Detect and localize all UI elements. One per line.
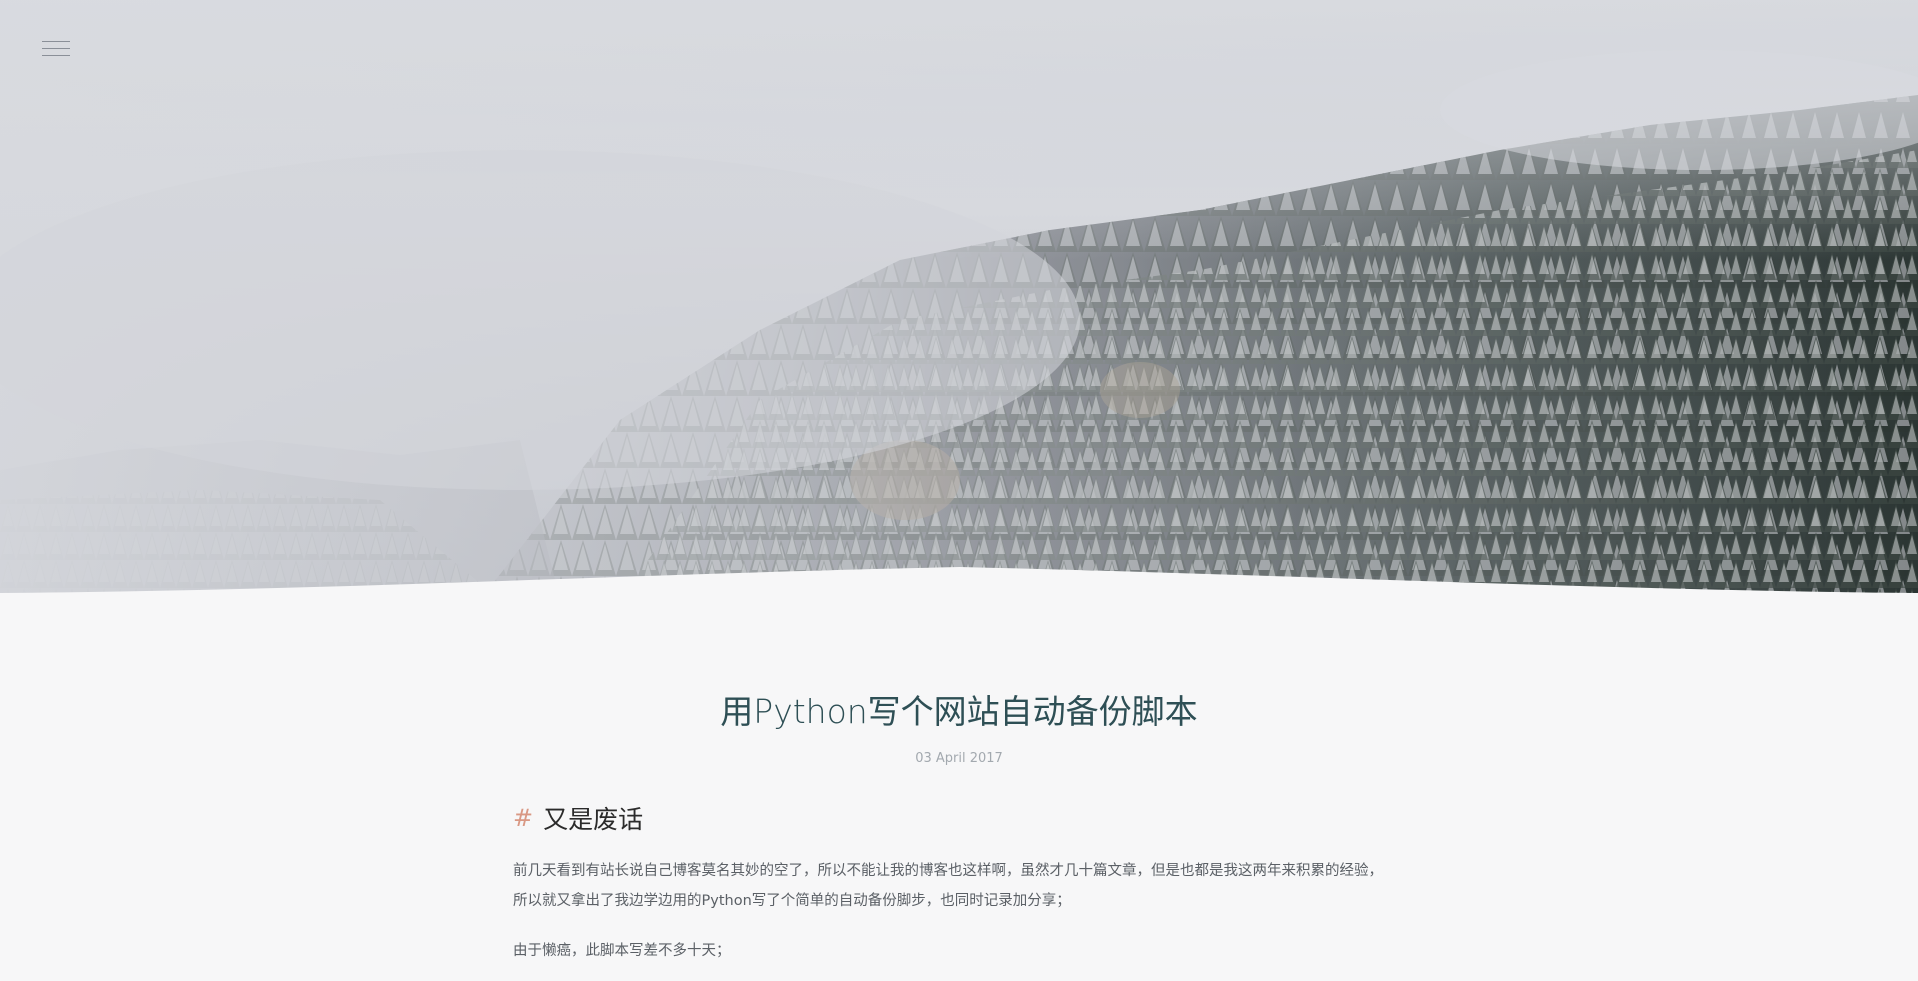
menu-line-top — [42, 41, 70, 42]
paragraph-line: 前几天看到有站长说自己博客莫名其妙的空了，所以不能让我的博客也这样啊，虽然才几十… — [513, 863, 1383, 879]
page: 用Python写个网站自动备份脚本 03 April 2017 # 又是废话 前… — [0, 0, 1918, 981]
section-heading: # 又是废话 — [513, 800, 1405, 836]
post-title: 用Python写个网站自动备份脚本 — [720, 692, 1198, 731]
heading-anchor-icon[interactable]: # — [513, 804, 533, 832]
section-heading-text: 又是废话 — [543, 805, 644, 834]
menu-line-middle — [42, 48, 70, 49]
paragraph-2: 由于懒癌，此脚本写差不多十天； — [513, 936, 1405, 966]
menu-line-bottom — [42, 55, 70, 56]
post-date: 03 April 2017 — [915, 751, 1003, 766]
paragraph-line: 由于懒癌，此脚本写差不多十天； — [513, 943, 731, 959]
paragraph-1: 前几天看到有站长说自己博客莫名其妙的空了，所以不能让我的博客也这样啊，虽然才几十… — [513, 856, 1405, 916]
paragraph-line: 所以就又拿出了我边学边用的Python写了个简单的自动备份脚步，也同时记录加分享… — [513, 893, 1071, 909]
hero-image — [0, 0, 1918, 600]
post-content: 用Python写个网站自动备份脚本 03 April 2017 # 又是废话 前… — [513, 690, 1405, 966]
hamburger-menu-icon[interactable] — [42, 38, 70, 60]
hero-banner — [0, 0, 1918, 600]
